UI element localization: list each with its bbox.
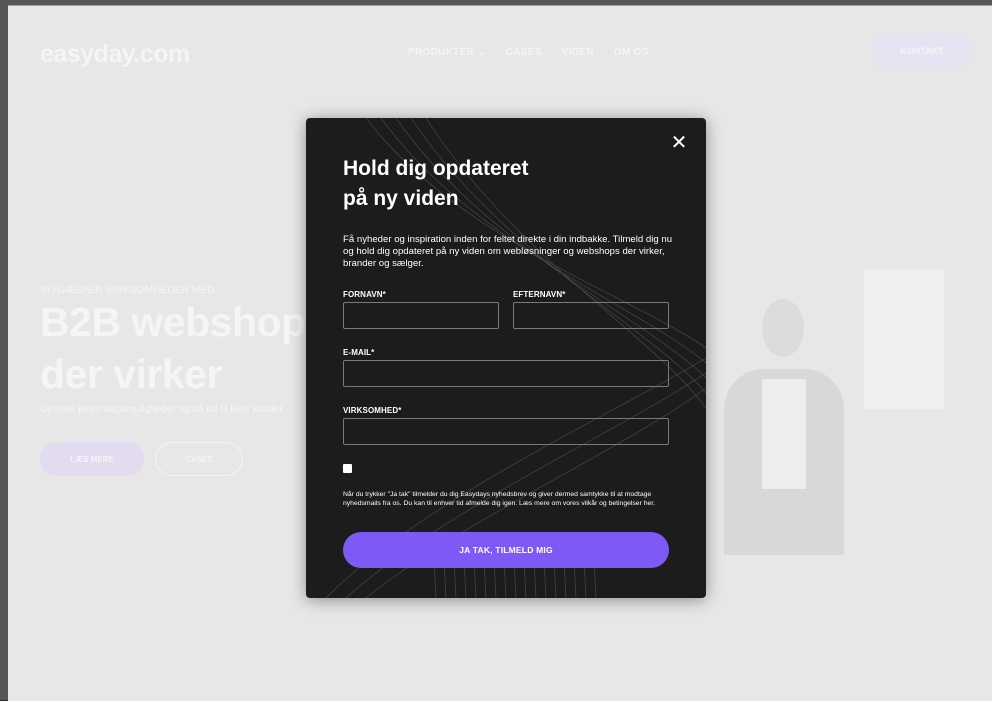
modal-description: Få nyheder og inspiration inden for felt… [343,234,673,269]
modal-title: Hold dig opdateret på ny viden [343,154,529,214]
lastname-label: EFTERNAVN* [513,290,566,299]
company-field[interactable] [343,418,669,445]
consent-text: Når du trykker "Ja tak" tilmelder du dig… [343,491,656,508]
subscribe-button[interactable]: JA TAK, TILMELD MIG [343,532,669,568]
lastname-field[interactable] [513,302,669,329]
email-field[interactable] [343,360,669,387]
close-icon[interactable]: ✕ [668,132,690,154]
newsletter-modal: ✕ Hold dig opdateret på ny viden Få nyhe… [306,118,706,598]
email-label: E-MAIL* [343,348,375,357]
consent-checkbox[interactable] [343,464,352,473]
modal-title-line1: Hold dig opdateret [343,157,529,180]
firstname-field[interactable] [343,302,499,329]
company-label: VIRKSOMHED* [343,406,402,415]
modal-title-line2: på ny viden [343,187,459,210]
firstname-label: FORNAVN* [343,290,386,299]
